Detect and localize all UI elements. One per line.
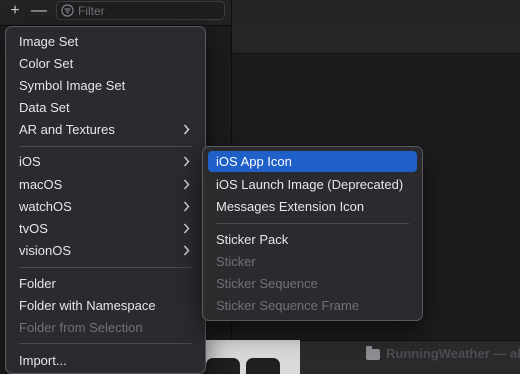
menu-item-label: AR and Textures [19, 122, 115, 137]
submenu-item-sticker-sequence-frame: Sticker Sequence Frame [208, 295, 417, 316]
menu-item-label: iOS Launch Image (Deprecated) [216, 177, 404, 192]
menu-item-folder[interactable]: Folder [11, 273, 200, 294]
menu-item-label: Symbol Image Set [19, 78, 126, 93]
folder-icon [366, 346, 380, 360]
menu-item-data-set[interactable]: Data Set [11, 97, 200, 118]
add-button[interactable]: + [6, 2, 24, 20]
menu-item-label: Messages Extension Icon [216, 199, 365, 214]
submenu-item-ios-app-icon[interactable]: iOS App Icon [208, 151, 417, 172]
preview-tile [206, 358, 240, 374]
filter-input[interactable]: Filter [56, 1, 225, 20]
menu-item-label: Folder with Namespace [19, 298, 156, 313]
menu-item-tvos[interactable]: tvOS [11, 218, 200, 239]
menu-item-label: Folder from Selection [19, 320, 143, 335]
ios-submenu: iOS App Icon iOS Launch Image (Deprecate… [202, 146, 423, 321]
menu-item-label: Color Set [19, 56, 74, 71]
menu-item-visionos[interactable]: visionOS [11, 240, 200, 261]
camera-tile[interactable] [246, 358, 280, 374]
menu-item-label: Sticker Sequence Frame [216, 298, 360, 313]
window-title: RunningWeather — al [386, 346, 520, 361]
new-item-menu: Image Set Color Set Symbol Image Set Dat… [5, 26, 206, 374]
chevron-right-icon [183, 223, 190, 234]
menu-separator [19, 146, 192, 147]
submenu-item-sticker-sequence: Sticker Sequence [208, 273, 417, 294]
chevron-right-icon [183, 179, 190, 190]
remove-button[interactable]: — [30, 2, 48, 20]
window-title-bar: RunningWeather — al [300, 340, 520, 374]
menu-item-label: Folder [19, 276, 56, 291]
menu-separator [216, 223, 409, 224]
menu-item-image-set[interactable]: Image Set [11, 31, 200, 52]
menu-item-label: tvOS [19, 221, 48, 236]
menu-item-label: Sticker [216, 254, 256, 269]
menu-item-label: Data Set [19, 100, 70, 115]
navigator-toolbar: + — Filter [0, 0, 520, 26]
menu-separator [19, 343, 192, 344]
menu-item-macos[interactable]: macOS [11, 174, 200, 195]
chevron-right-icon [183, 201, 190, 212]
menu-item-label: iOS [19, 154, 41, 169]
menu-item-label: visionOS [19, 243, 72, 258]
menu-item-label: iOS App Icon [216, 154, 292, 169]
chevron-right-icon [183, 124, 190, 135]
menu-item-label: Sticker Pack [216, 232, 289, 247]
menu-item-watchos[interactable]: watchOS [11, 196, 200, 217]
menu-item-color-set[interactable]: Color Set [11, 53, 200, 74]
menu-item-label: Image Set [19, 34, 79, 49]
menu-item-label: macOS [19, 177, 63, 192]
menu-item-ios[interactable]: iOS [11, 151, 200, 172]
submenu-item-ios-launch-image[interactable]: iOS Launch Image (Deprecated) [208, 174, 417, 195]
chevron-right-icon [183, 156, 190, 167]
menu-item-label: watchOS [19, 199, 72, 214]
filter-icon [61, 4, 74, 17]
menu-separator [19, 267, 192, 268]
menu-item-label: Sticker Sequence [216, 276, 318, 291]
menu-item-ar-textures[interactable]: AR and Textures [11, 119, 200, 140]
menu-item-symbol-image-set[interactable]: Symbol Image Set [11, 75, 200, 96]
filter-placeholder: Filter [78, 4, 105, 18]
chevron-right-icon [183, 245, 190, 256]
menu-item-folder-from-selection: Folder from Selection [11, 317, 200, 338]
menu-item-label: Import... [19, 353, 67, 368]
menu-item-folder-namespace[interactable]: Folder with Namespace [11, 295, 200, 316]
submenu-item-sticker: Sticker [208, 251, 417, 272]
menu-item-import[interactable]: Import... [11, 350, 200, 371]
editor-header [232, 25, 520, 54]
submenu-item-sticker-pack[interactable]: Sticker Pack [208, 229, 417, 250]
preview-area [206, 340, 300, 374]
submenu-item-messages-extension-icon[interactable]: Messages Extension Icon [208, 196, 417, 217]
